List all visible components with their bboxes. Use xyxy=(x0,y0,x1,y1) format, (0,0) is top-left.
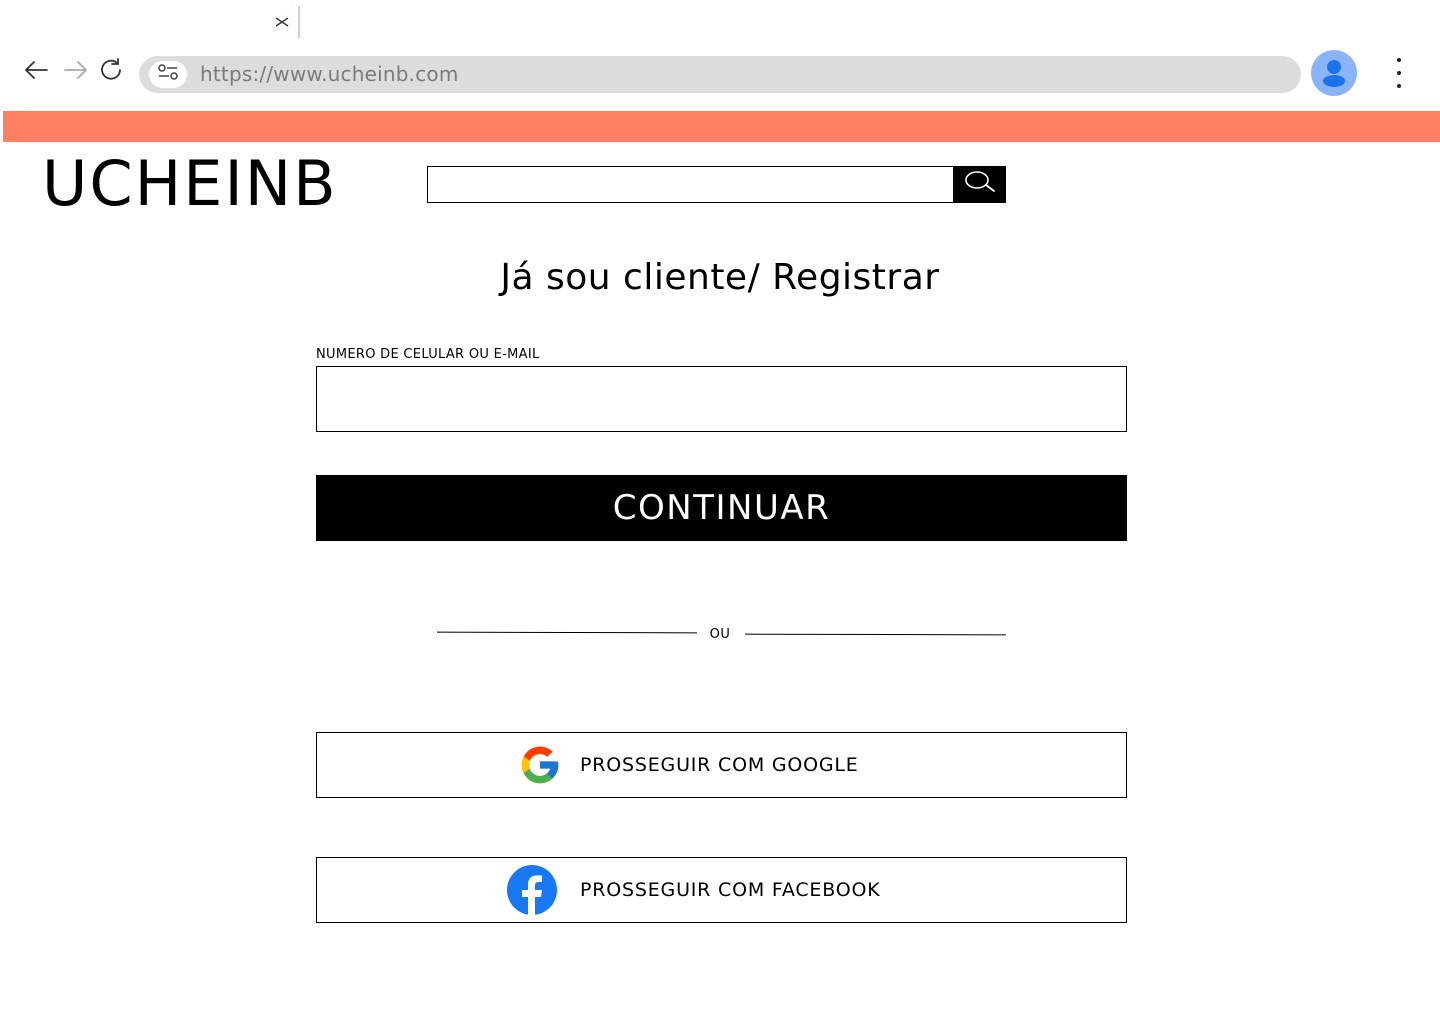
facebook-login-label: PROSSEGUIR COM FACEBOOK xyxy=(580,879,881,901)
search-icon xyxy=(963,170,997,199)
tab-separator xyxy=(298,6,300,38)
promo-banner xyxy=(3,111,1440,142)
more-vertical-icon-dot xyxy=(1397,71,1401,75)
browser-menu-button[interactable] xyxy=(1386,56,1412,90)
divider-line-left xyxy=(436,631,698,634)
identifier-field-label: NUMERO DE CELULAR OU E-MAIL xyxy=(316,347,540,362)
profile-button[interactable] xyxy=(1311,50,1357,96)
identifier-input[interactable] xyxy=(316,366,1127,432)
facebook-icon xyxy=(506,864,558,921)
tab-close-icon[interactable] xyxy=(272,12,292,32)
site-settings-icon xyxy=(156,63,180,86)
site-search-input[interactable] xyxy=(427,166,1006,203)
page-title: Já sou cliente/ Registrar xyxy=(500,257,940,298)
more-vertical-icon xyxy=(1397,58,1401,62)
site-logo[interactable]: UCHEINB xyxy=(42,148,338,220)
google-login-button[interactable]: PROSSEGUIR COM GOOGLE xyxy=(316,732,1127,798)
arrow-left-icon xyxy=(23,60,49,85)
google-login-label: PROSSEGUIR COM GOOGLE xyxy=(580,754,859,776)
forward-button[interactable] xyxy=(62,58,90,86)
url-text[interactable]: https://www.ucheinb.com xyxy=(200,56,459,93)
continue-button[interactable]: CONTINUAR xyxy=(316,475,1127,541)
back-button[interactable] xyxy=(22,58,50,86)
site-info-button[interactable] xyxy=(149,61,187,88)
site-search-button[interactable] xyxy=(953,166,1006,203)
more-vertical-icon-dot xyxy=(1397,84,1401,88)
arrow-right-icon xyxy=(63,60,89,85)
reload-button[interactable] xyxy=(98,57,126,87)
reload-icon xyxy=(99,57,125,87)
address-bar[interactable]: https://www.ucheinb.com xyxy=(139,56,1301,93)
divider-line-right xyxy=(744,633,1007,636)
google-icon xyxy=(518,743,562,792)
profile-avatar-icon xyxy=(1311,50,1357,100)
divider-text: OU xyxy=(709,627,731,642)
facebook-login-button[interactable]: PROSSEGUIR COM FACEBOOK xyxy=(316,857,1127,923)
